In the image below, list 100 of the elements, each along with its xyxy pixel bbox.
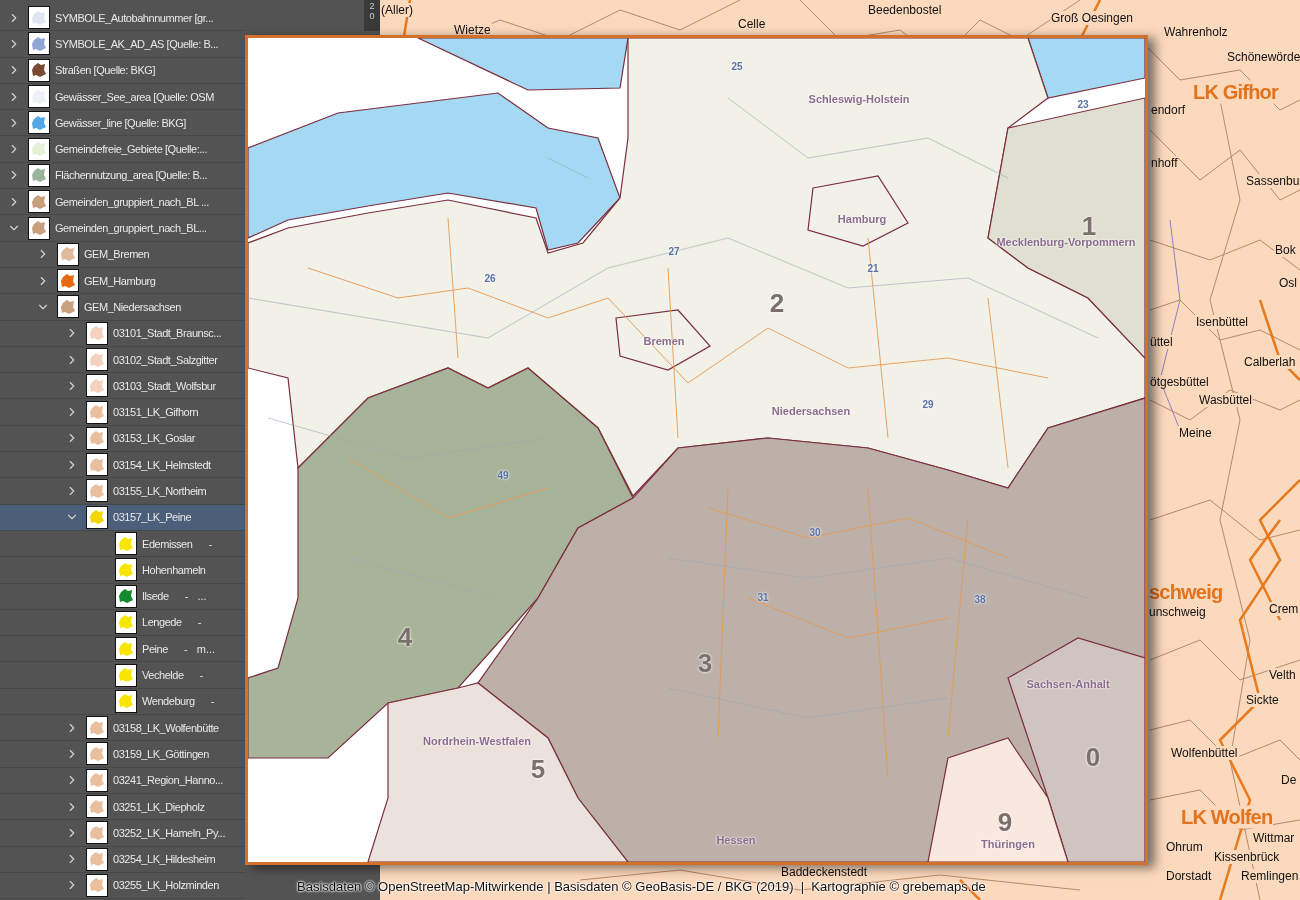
layer-name: Hohenhameln: [142, 563, 206, 576]
layer-name: GEM_Bremen: [84, 248, 150, 261]
layer-name: 03254_LK_Hildesheim: [113, 853, 216, 866]
layer-row[interactable]: Gewässer_See_area [Quelle: OSM: [0, 83, 245, 111]
layer-row[interactable]: 03102_Stadt_Salzgitter: [0, 346, 245, 374]
layer-name: 03241_Region_Hanno...: [113, 774, 223, 787]
layer-name: Wendeburg: [142, 695, 195, 708]
layer-row[interactable]: 03157_LK_Peine: [0, 504, 245, 531]
layer-name: 03255_LK_Holzminden: [113, 879, 219, 892]
layer-row[interactable]: Vechelde -: [0, 662, 245, 689]
place-label: Schönewörde: [1226, 50, 1300, 64]
layer-name: Lengede: [142, 616, 182, 629]
layer-note: - m...: [183, 642, 216, 655]
layer-row[interactable]: Peine - m...: [0, 636, 245, 663]
layer-row[interactable]: 03251_LK_Diepholz: [0, 793, 245, 821]
layer-name: 03159_LK_Göttingen: [113, 747, 209, 760]
layer-note: -: [210, 695, 215, 708]
place-label: Crem: [1268, 602, 1300, 616]
layer-row[interactable]: GEM_Hamburg: [0, 267, 245, 295]
place-label: De: [1280, 773, 1298, 787]
layer-name: Gewässer_line [Quelle: BKG]: [55, 116, 186, 129]
region-label: Hamburg: [837, 213, 887, 225]
layer-name: 03103_Stadt_Wolfsbur: [113, 379, 216, 392]
place-label: Ohrum: [1165, 840, 1204, 854]
place-label: Beedenbostel: [867, 3, 943, 17]
postcode-number: 31: [757, 591, 769, 603]
ruler-label: 0: [369, 11, 375, 21]
layer-row[interactable]: Gewässer_line [Quelle: BKG]: [0, 110, 245, 137]
layer-row[interactable]: Gemeindefreie_Gebiete [Quelle:...: [0, 136, 245, 163]
place-label: Wittmar: [1252, 831, 1296, 845]
layer-row[interactable]: Straßen [Quelle: BKG]: [0, 57, 245, 84]
layer-row[interactable]: Gemeinden_gruppiert_nach_BL ...: [0, 189, 245, 216]
place-label: Isenbüttel: [1195, 315, 1250, 329]
region-label: Schleswig-Holstein: [808, 93, 910, 105]
layer-row[interactable]: GEM_Niedersachsen: [0, 294, 245, 321]
layer-name: GEM_Hamburg: [84, 274, 156, 287]
layer-row[interactable]: 03101_Stadt_Braunsc...: [0, 320, 245, 347]
place-label: Wasbüttel: [1198, 393, 1253, 407]
layer-note: -: [199, 669, 204, 682]
place-label: Wolfenbüttel: [1170, 746, 1239, 760]
postcode-number: 30: [809, 526, 821, 538]
layer-row[interactable]: Gemeinden_gruppiert_nach_BL...: [0, 215, 245, 242]
layer-row[interactable]: 03103_Stadt_Wolfsbur: [0, 373, 245, 400]
layer-row[interactable]: 03151_LK_Gifhorn: [0, 399, 245, 426]
region-label: Nordrhein-Westfalen: [423, 735, 531, 747]
place-label: Velth: [1268, 668, 1297, 682]
place-label: Kissenbrück: [1213, 850, 1281, 864]
layer-row[interactable]: 03159_LK_Göttingen: [0, 741, 245, 768]
layer-row[interactable]: 03241_Region_Hanno...: [0, 767, 245, 794]
layer-name: 03252_LK_Hameln_Py...: [113, 826, 226, 839]
layer-name: Straßen [Quelle: BKG]: [55, 64, 155, 77]
district-label: LK Gifhor: [1192, 80, 1279, 104]
layer-row[interactable]: 03153_LK_Goslar: [0, 425, 245, 453]
layer-row[interactable]: 03158_LK_Wolfenbütte: [0, 715, 245, 742]
place-label: Baddeckenstedt: [780, 865, 869, 879]
ruler-label: 2: [369, 1, 375, 11]
layer-row[interactable]: Flächennutzung_area [Quelle: B...: [0, 162, 245, 190]
layer-row[interactable]: 03155_LK_Northeim: [0, 478, 245, 505]
place-label: Meine: [1178, 426, 1213, 440]
postcode-number: 21: [867, 262, 879, 274]
postcode-number: 23: [1077, 98, 1089, 110]
layer-row[interactable]: Edemissen -: [0, 530, 245, 558]
layer-row[interactable]: GEM_Bremen: [0, 241, 245, 268]
layer-name: 03157_LK_Peine: [113, 511, 192, 524]
layer-row[interactable]: Wendeburg -: [0, 688, 245, 715]
place-label: Wahrenholz: [1163, 25, 1229, 39]
layer-note: -: [197, 616, 202, 629]
region-label: Sachsen-Anhalt: [1026, 678, 1110, 690]
place-label: Bok: [1274, 243, 1297, 257]
place-label: Osl: [1278, 276, 1298, 290]
layer-name: Vechelde: [142, 669, 184, 682]
layer-row[interactable]: Ilsede - ...: [0, 583, 245, 610]
postcode-number: 38: [974, 593, 986, 605]
layer-name: 03154_LK_Helmstedt: [113, 458, 211, 471]
layer-row[interactable]: 03255_LK_Holzminden: [0, 872, 245, 900]
layer-row[interactable]: SYMBOLE_AK_AD_AS [Quelle: B...: [0, 31, 245, 58]
layer-name: 03158_LK_Wolfenbütte: [113, 721, 219, 734]
layer-row[interactable]: Lengede -: [0, 609, 245, 637]
place-label: Calberlah: [1243, 355, 1297, 369]
layer-row[interactable]: SYMBOLE_Autobahnnummer [gr...: [0, 5, 245, 32]
layer-row[interactable]: Hohenhameln: [0, 557, 245, 584]
place-label: unschweig: [1148, 605, 1207, 619]
zone-number: 0: [1085, 741, 1101, 773]
layer-name: Ilsede: [142, 590, 169, 603]
zone-number: 5: [530, 753, 546, 785]
region-label: Thüringen: [981, 838, 1035, 850]
layer-row[interactable]: 03254_LK_Hildesheim: [0, 846, 245, 873]
layer-name: 03102_Stadt_Salzgitter: [113, 353, 218, 366]
layer-name: SYMBOLE_AK_AD_AS [Quelle: B...: [55, 37, 219, 50]
layer-name: Gemeindefreie_Gebiete [Quelle:...: [55, 143, 208, 156]
postcode-number: 27: [668, 245, 680, 257]
postcode-number: 29: [922, 398, 934, 410]
layer-name: SYMBOLE_Autobahnnummer [gr...: [55, 11, 214, 24]
layer-name: Gewässer_See_area [Quelle: OSM: [55, 90, 214, 103]
place-label: (Aller): [380, 3, 414, 17]
place-label: Sickte: [1245, 693, 1280, 707]
layer-row[interactable]: 03154_LK_Helmstedt: [0, 452, 245, 479]
region-label: Niedersachsen: [771, 405, 851, 417]
layer-name: 03101_Stadt_Braunsc...: [113, 327, 222, 340]
layer-row[interactable]: 03252_LK_Hameln_Py...: [0, 820, 245, 847]
